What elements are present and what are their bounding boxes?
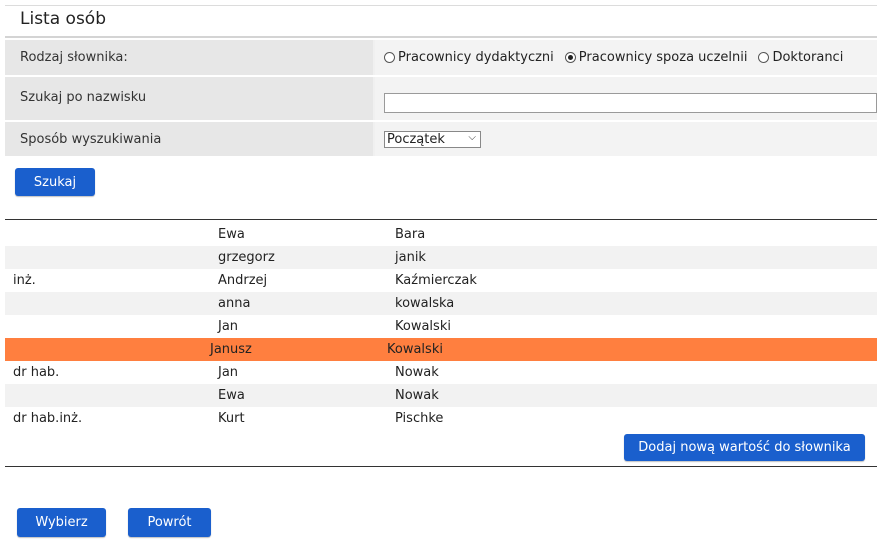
person-row[interactable]: dr hab.inż. Kurt Pischke bbox=[5, 407, 877, 430]
person-row[interactable]: Ewa Nowak bbox=[5, 384, 877, 407]
person-first-name: Ewa bbox=[218, 227, 245, 242]
back-button[interactable]: Powrót bbox=[128, 508, 211, 537]
person-first-name: Andrzej bbox=[218, 273, 268, 288]
choose-button[interactable]: Wybierz bbox=[17, 508, 106, 537]
list-bottom-divider bbox=[5, 466, 877, 467]
person-first-name: Ewa bbox=[218, 388, 245, 403]
radio-doctoral-students[interactable]: Doktoranci bbox=[758, 50, 843, 65]
surname-search-row: Szukaj po nazwisku bbox=[5, 77, 877, 122]
radio-label: Pracownicy dydaktyczni bbox=[398, 50, 554, 65]
person-row[interactable]: anna kowalska bbox=[5, 292, 877, 315]
person-first-name: anna bbox=[218, 296, 251, 311]
search-mode-row: Sposób wyszukiwania Początek ⌵ bbox=[5, 122, 877, 158]
person-last-name: Kowalski bbox=[387, 342, 443, 357]
radio-label: Pracownicy spoza uczelnii bbox=[578, 50, 748, 65]
person-first-name: Kurt bbox=[218, 411, 245, 426]
person-last-name: Bara bbox=[395, 227, 426, 242]
radio-teaching-staff[interactable]: Pracownicy dydaktyczni bbox=[384, 50, 554, 65]
add-new-value-button[interactable]: Dodaj nową wartość do słownika bbox=[624, 434, 865, 461]
title-bar: Lista osób bbox=[5, 6, 877, 38]
page-title: Lista osób bbox=[20, 9, 106, 29]
people-list: Ewa Bara grzegorz janik inż. Andrzej Kaźmiercz… bbox=[5, 223, 877, 430]
search-button[interactable]: Szukaj bbox=[15, 168, 95, 196]
radio-checked-icon[interactable] bbox=[564, 52, 576, 63]
person-title: inż. bbox=[13, 273, 36, 288]
search-mode-select[interactable]: Początek ⌵ bbox=[384, 131, 481, 148]
person-last-name: kowalska bbox=[395, 296, 455, 311]
person-last-name: Pischke bbox=[395, 411, 444, 426]
person-row[interactable]: Janusz Kowalski bbox=[5, 338, 877, 361]
search-form: Rodzaj słownika: Pracownicy dydaktyczni … bbox=[5, 40, 877, 158]
person-first-name: Jan bbox=[218, 319, 239, 334]
surname-search-input[interactable] bbox=[384, 93, 877, 113]
person-row[interactable]: Jan Kowalski bbox=[5, 315, 877, 338]
chevron-down-icon: ⌵ bbox=[468, 132, 476, 143]
dictionary-type-label: Rodzaj słownika: bbox=[5, 40, 373, 75]
person-last-name: Nowak bbox=[395, 388, 439, 403]
person-row[interactable]: Ewa Bara bbox=[5, 223, 877, 246]
radio-icon[interactable] bbox=[384, 52, 395, 63]
person-row[interactable]: dr hab. Jan Nowak bbox=[5, 361, 877, 384]
list-top-divider bbox=[5, 219, 877, 220]
dictionary-type-options: Pracownicy dydaktyczni Pracownicy spoza … bbox=[375, 40, 877, 75]
person-first-name: grzegorz bbox=[218, 250, 275, 265]
dictionary-type-row: Rodzaj słownika: Pracownicy dydaktyczni … bbox=[5, 40, 877, 77]
search-mode-cell: Początek ⌵ bbox=[375, 122, 877, 156]
person-last-name: janik bbox=[395, 250, 426, 265]
radio-icon[interactable] bbox=[758, 52, 770, 63]
person-first-name: Janusz bbox=[210, 342, 252, 357]
person-row[interactable]: grzegorz janik bbox=[5, 246, 877, 269]
person-title: dr hab. bbox=[13, 365, 60, 380]
surname-search-label: Szukaj po nazwisku bbox=[5, 77, 373, 120]
person-last-name: Kaźmierczak bbox=[395, 273, 477, 288]
search-mode-value: Początek bbox=[387, 132, 445, 147]
person-title: dr hab.inż. bbox=[13, 411, 83, 426]
person-last-name: Nowak bbox=[395, 365, 439, 380]
radio-label: Doktoranci bbox=[772, 50, 844, 65]
radio-external-staff[interactable]: Pracownicy spoza uczelnii bbox=[564, 50, 748, 65]
search-mode-label: Sposób wyszukiwania bbox=[5, 122, 373, 156]
person-first-name: Jan bbox=[218, 365, 239, 380]
person-row[interactable]: inż. Andrzej Kaźmierczak bbox=[5, 269, 877, 292]
person-last-name: Kowalski bbox=[395, 319, 451, 334]
